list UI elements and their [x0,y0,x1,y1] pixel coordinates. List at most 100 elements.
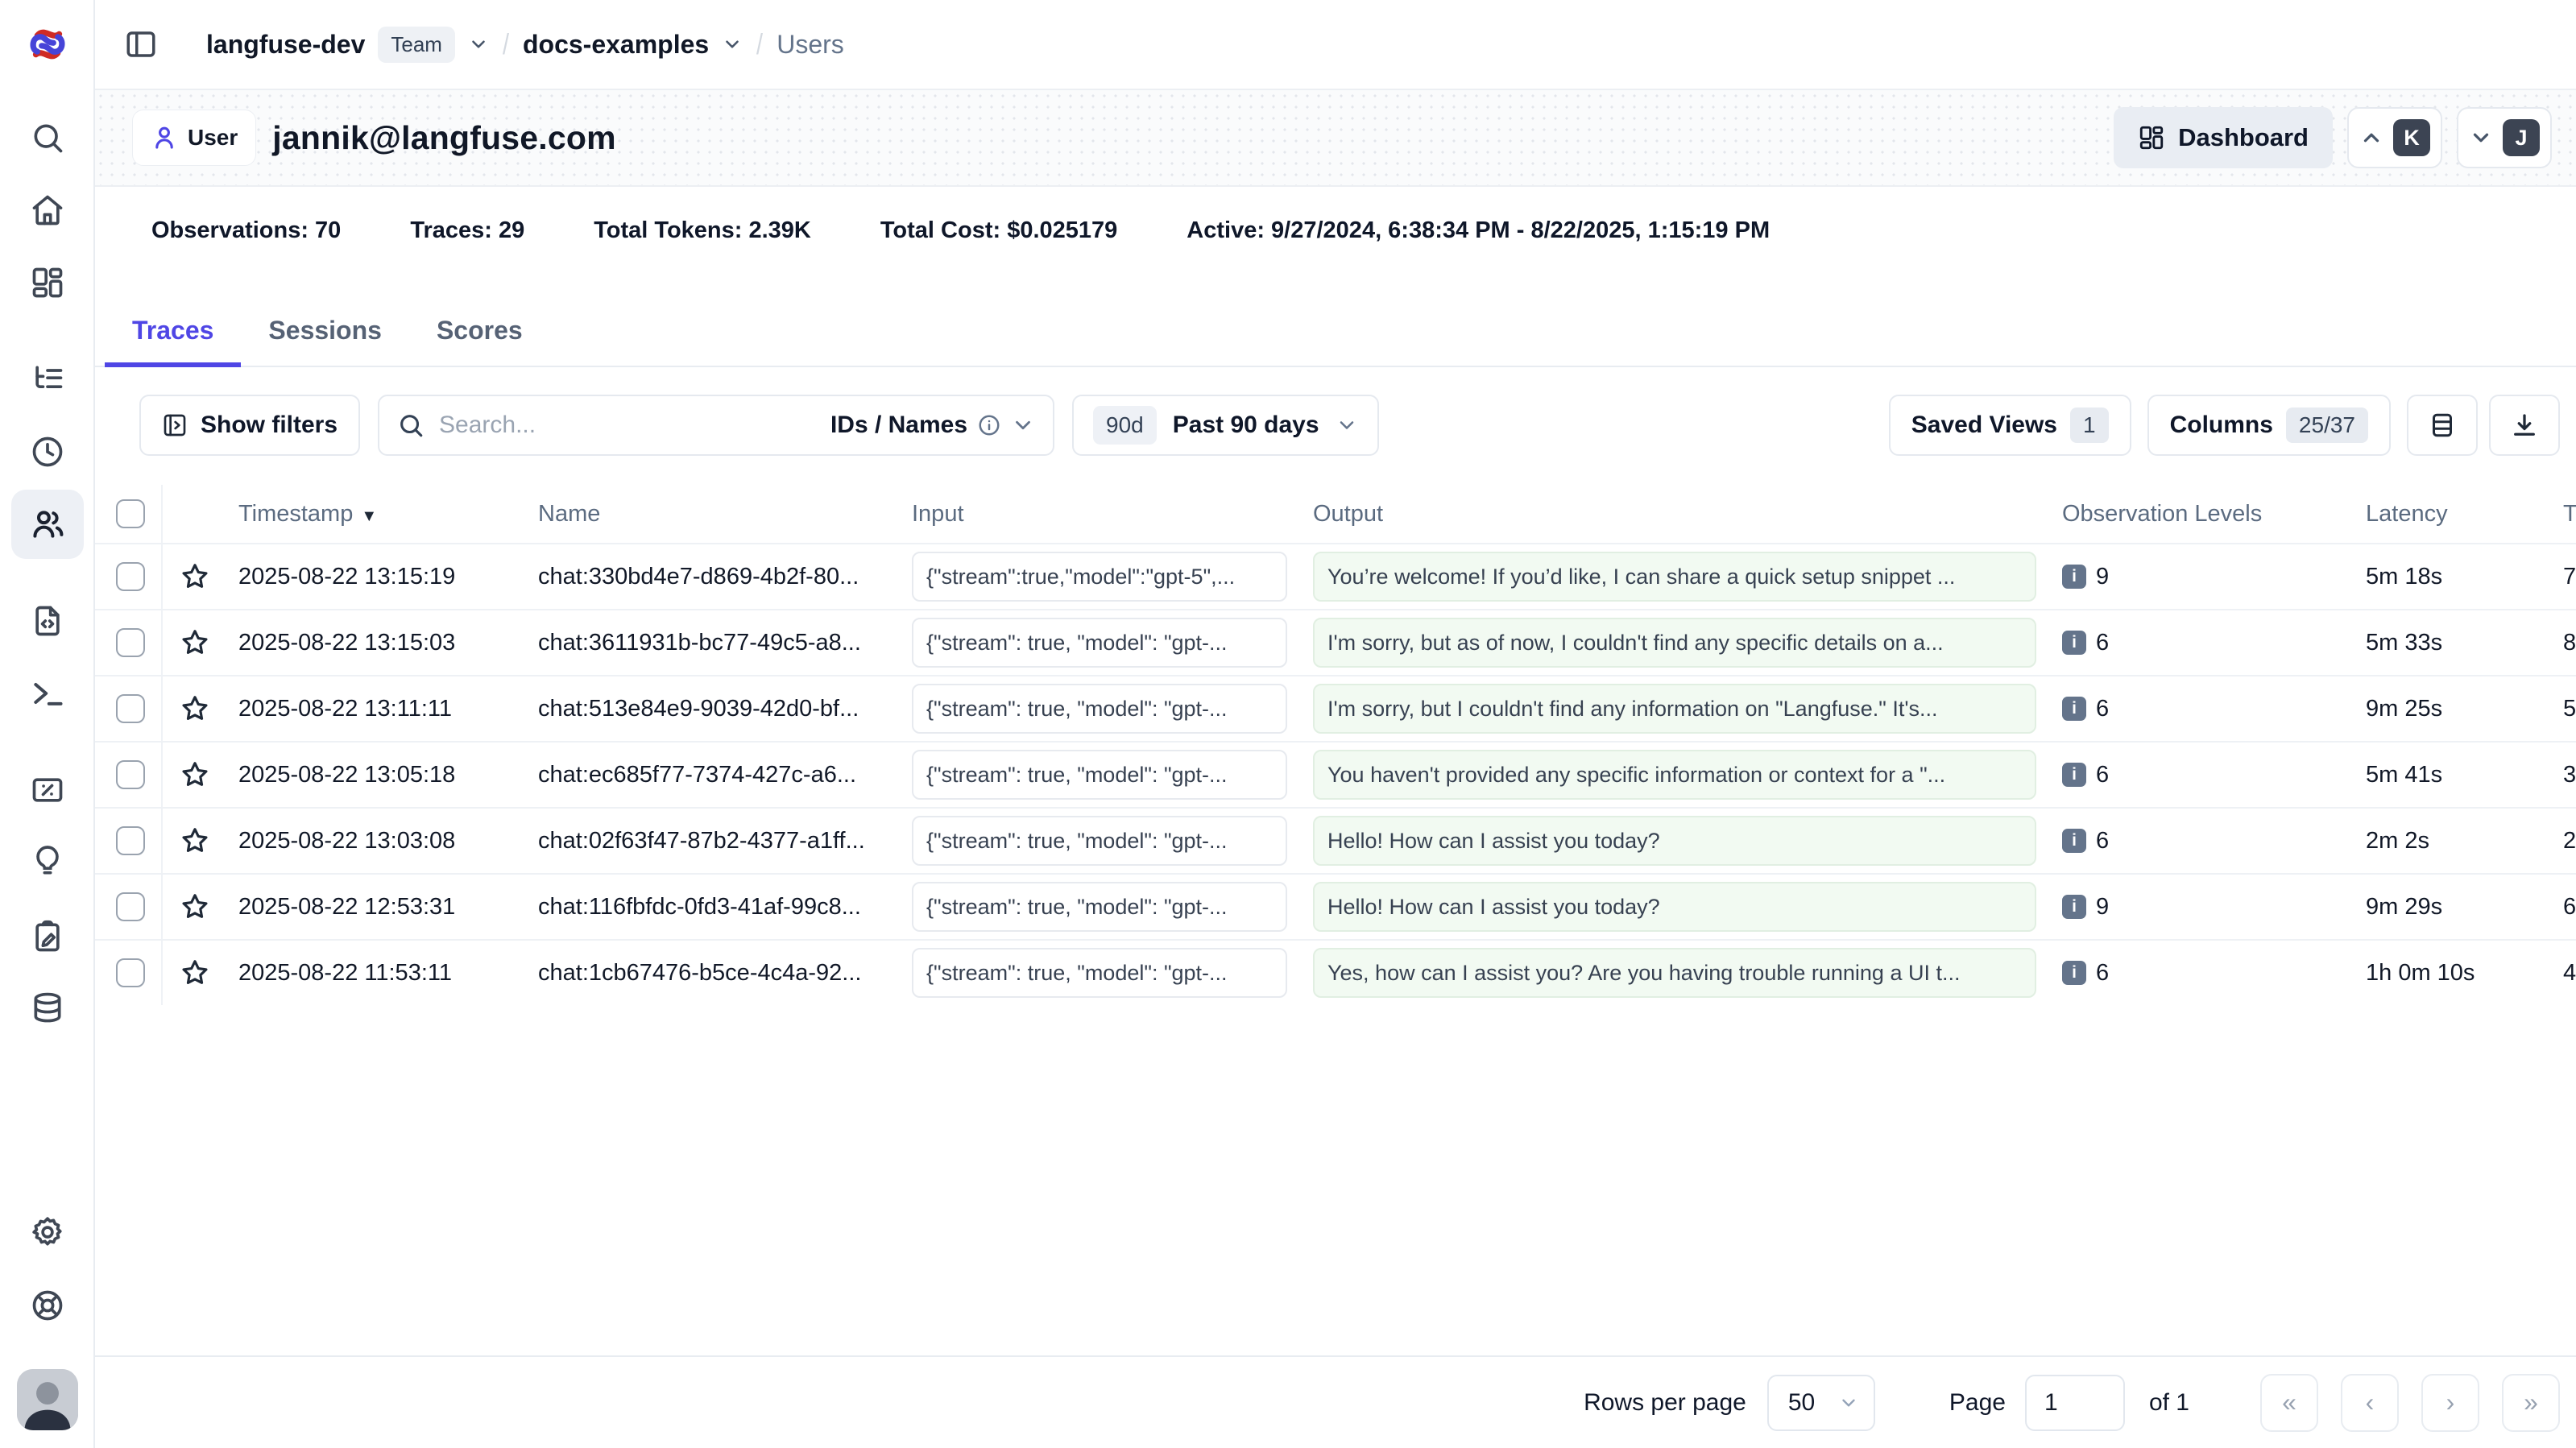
export-button[interactable] [2489,395,2560,456]
row-output-preview[interactable]: I'm sorry, but as of now, I couldn't fin… [1313,618,2036,668]
tab-sessions[interactable]: Sessions [241,298,409,367]
table-row[interactable]: 2025-08-22 13:11:11 chat:513e84e9-9039-4… [95,675,2576,741]
row-input-preview[interactable]: {"stream": true, "model": "gpt-... [912,684,1287,734]
row-output-preview[interactable]: You haven't provided any specific inform… [1313,750,2036,800]
life-buoy-icon[interactable] [30,1288,65,1323]
clock-icon[interactable] [30,434,65,470]
star-icon[interactable] [180,693,210,724]
user-avatar[interactable] [17,1369,78,1430]
dashboard-grid-icon[interactable] [30,265,65,300]
search-scope-dropdown[interactable]: IDs / Names [830,412,1035,439]
entity-type-pill: User [132,110,256,166]
star-icon[interactable] [180,958,210,988]
select-all-checkbox[interactable] [116,499,145,528]
row-output-preview[interactable]: Yes, how can I assist you? Are you havin… [1313,948,2036,998]
row-checkbox[interactable] [116,694,145,723]
page-number-input[interactable] [2025,1375,2125,1431]
tab-scores[interactable]: Scores [409,298,550,367]
table-row[interactable]: 2025-08-22 13:15:19 chat:330bd4e7-d869-4… [95,543,2576,609]
clipboard-pen-icon[interactable] [30,919,65,954]
row-tokens-partial: 5 [2547,696,2576,722]
navigate-down-button[interactable]: J [2457,107,2552,168]
column-header-timestamp[interactable]: Timestamp▼ [227,501,527,527]
row-checkbox[interactable] [116,826,145,855]
row-output-preview[interactable]: You’re welcome! If you’d like, I can sha… [1313,552,2036,602]
file-code-icon[interactable] [30,603,65,639]
terminal-icon[interactable] [30,676,65,711]
first-page-button[interactable]: « [2260,1374,2318,1432]
last-page-button[interactable]: » [2502,1374,2560,1432]
row-name: chat:116fbfdc-0fd3-41af-99c8... [527,894,899,921]
page-of-label: of 1 [2149,1389,2189,1417]
breadcrumb-org[interactable]: langfuse-dev [206,30,365,60]
main-area: langfuse-dev Team / docs-examples / User… [95,0,2576,1448]
star-icon[interactable] [180,627,210,658]
table-row[interactable]: 2025-08-22 13:03:08 chat:02f63f47-87b2-4… [95,807,2576,873]
star-icon[interactable] [180,825,210,856]
panel-toggle-icon[interactable] [121,24,161,64]
lightbulb-icon[interactable] [30,843,65,879]
row-checkbox[interactable] [116,628,145,657]
row-observation-count: 6 [2096,828,2109,854]
table-row[interactable]: 2025-08-22 13:05:18 chat:ec685f77-7374-4… [95,741,2576,807]
row-checkbox[interactable] [116,760,145,789]
row-checkbox[interactable] [116,892,145,921]
row-checkbox[interactable] [116,562,145,591]
navigate-up-button[interactable]: K [2347,107,2442,168]
users-icon[interactable] [30,507,65,542]
evals-icon[interactable] [30,772,65,808]
row-name: chat:3611931b-bc77-49c5-a8... [527,630,899,656]
row-output-preview[interactable]: Hello! How can I assist you today? [1313,882,2036,932]
dashboard-button[interactable]: Dashboard [2114,107,2333,168]
row-observation-count: 9 [2096,564,2109,590]
column-header-observation-levels[interactable]: Observation Levels [2049,501,2354,527]
saved-views-button[interactable]: Saved Views 1 [1889,395,2131,456]
next-page-button[interactable]: › [2421,1374,2479,1432]
star-icon[interactable] [180,759,210,790]
entity-type-label: User [188,125,238,151]
chevron-down-icon[interactable] [468,34,489,55]
column-header-input[interactable]: Input [899,501,1300,527]
row-output-preview[interactable]: Hello! How can I assist you today? [1313,816,2036,866]
row-input-preview[interactable]: {"stream":true,"model":"gpt-5",... [912,552,1287,602]
app-window: langfuse-dev Team / docs-examples / User… [0,0,2576,1448]
home-icon[interactable] [30,192,65,228]
table-row[interactable]: 2025-08-22 11:53:11 chat:1cb67476-b5ce-4… [95,939,2576,1005]
column-header-name[interactable]: Name [527,501,899,527]
database-icon[interactable] [30,991,65,1026]
row-input-preview[interactable]: {"stream": true, "model": "gpt-... [912,882,1287,932]
table-row[interactable]: 2025-08-22 12:53:31 chat:116fbfdc-0fd3-4… [95,873,2576,939]
langfuse-logo[interactable] [24,21,71,68]
breadcrumb-separator: / [503,27,509,61]
row-name: chat:513e84e9-9039-42d0-bf... [527,696,899,722]
show-filters-button[interactable]: Show filters [139,395,360,456]
row-input-preview[interactable]: {"stream": true, "model": "gpt-... [912,948,1287,998]
search-input[interactable] [439,412,816,439]
star-icon[interactable] [180,561,210,592]
previous-page-button[interactable]: ‹ [2341,1374,2399,1432]
row-height-button[interactable] [2407,395,2478,456]
columns-button[interactable]: Columns 25/37 [2147,395,2391,456]
column-header-output[interactable]: Output [1300,501,2049,527]
date-range-button[interactable]: 90d Past 90 days [1072,395,1379,456]
column-header-latency[interactable]: Latency [2354,501,2547,527]
rows-per-page-select[interactable]: 50 [1767,1375,1875,1431]
tab-traces[interactable]: Traces [105,298,241,367]
trace-tree-icon[interactable] [30,362,65,397]
table-body: 2025-08-22 13:15:19 chat:330bd4e7-d869-4… [95,543,2576,1005]
row-input-preview[interactable]: {"stream": true, "model": "gpt-... [912,618,1287,668]
info-level-badge: i [2062,763,2086,787]
breadcrumb-project[interactable]: docs-examples [523,30,709,60]
table-row[interactable]: 2025-08-22 13:15:03 chat:3611931b-bc77-4… [95,609,2576,675]
gear-icon[interactable] [30,1214,65,1250]
row-checkbox[interactable] [116,958,145,987]
user-header: User jannik@langfuse.com Dashboard K J [95,90,2576,187]
page-label: Page [1949,1389,2006,1417]
row-input-preview[interactable]: {"stream": true, "model": "gpt-... [912,816,1287,866]
row-input-preview[interactable]: {"stream": true, "model": "gpt-... [912,750,1287,800]
chevron-down-icon[interactable] [722,34,743,55]
star-icon[interactable] [180,892,210,922]
search-icon[interactable] [30,120,65,155]
column-header-tokens[interactable]: T [2547,501,2576,527]
row-output-preview[interactable]: I'm sorry, but I couldn't find any infor… [1313,684,2036,734]
